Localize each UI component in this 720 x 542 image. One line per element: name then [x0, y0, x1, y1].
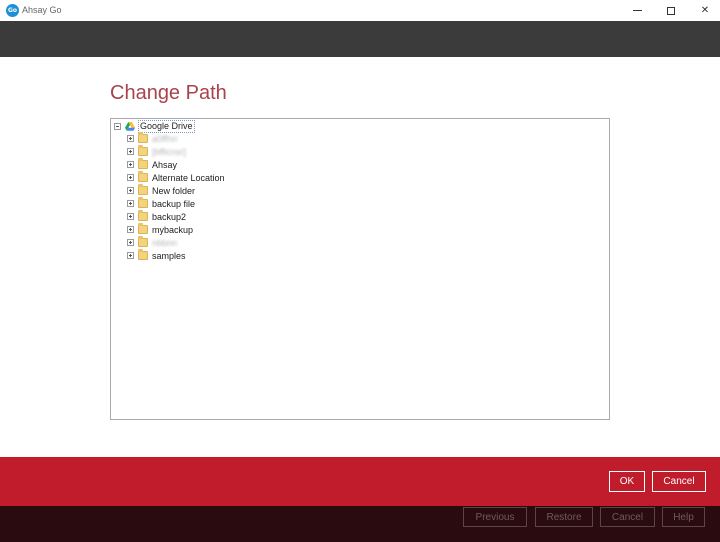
folder-tree[interactable]: Google Drive a0ffhrr [bfficnsr] Ahsay Al…: [110, 118, 610, 420]
expand-icon[interactable]: [127, 161, 134, 168]
tree-item[interactable]: nbbnn: [127, 236, 177, 249]
folder-icon: [138, 184, 148, 195]
folder-icon: [138, 158, 148, 169]
tree-item[interactable]: samples: [127, 249, 186, 262]
tree-item[interactable]: backup2: [127, 210, 186, 223]
close-icon: ✕: [700, 5, 710, 16]
expand-icon[interactable]: [127, 239, 134, 246]
folder-icon: [138, 210, 148, 221]
tree-item-label: a0ffhrr: [152, 133, 178, 144]
help-button[interactable]: Help: [662, 507, 705, 527]
tree-item[interactable]: mybackup: [127, 223, 193, 236]
maximize-icon: [667, 6, 675, 15]
tree-item[interactable]: New folder: [127, 184, 195, 197]
tree-item-label: samples: [152, 250, 186, 261]
expand-icon[interactable]: [127, 252, 134, 259]
expand-icon[interactable]: [127, 174, 134, 181]
window-title: Ahsay Go: [22, 5, 62, 15]
folder-icon: [138, 236, 148, 247]
folder-icon: [138, 145, 148, 156]
folder-icon: [138, 171, 148, 182]
collapse-icon[interactable]: [114, 123, 121, 130]
expand-icon[interactable]: [127, 148, 134, 155]
expand-icon[interactable]: [127, 213, 134, 220]
wizard-cancel-button[interactable]: Cancel: [600, 507, 655, 527]
minimize-button[interactable]: [622, 0, 652, 21]
tree-item-label: Alternate Location: [152, 172, 225, 183]
expand-icon[interactable]: [127, 226, 134, 233]
window-titlebar: Go Ahsay Go ✕: [0, 0, 720, 21]
previous-button[interactable]: Previous: [463, 507, 527, 527]
tree-item-label: [bfficnsr]: [152, 146, 186, 157]
tree-item[interactable]: [bfficnsr]: [127, 145, 186, 158]
expand-icon[interactable]: [127, 200, 134, 207]
folder-icon: [138, 249, 148, 260]
tree-item-label: New folder: [152, 185, 196, 196]
header-bar: [0, 21, 720, 57]
tree-item-label: mybackup: [152, 224, 194, 235]
expand-icon[interactable]: [127, 135, 134, 142]
page-title: Change Path: [110, 82, 227, 104]
tree-item[interactable]: backup file: [127, 197, 195, 210]
tree-item[interactable]: Ahsay: [127, 158, 177, 171]
folder-icon: [138, 197, 148, 208]
tree-item-label: backup file: [152, 198, 196, 209]
tree-item[interactable]: Alternate Location: [127, 171, 225, 184]
tree-item-label: nbbnn: [152, 237, 178, 248]
folder-icon: [138, 223, 148, 234]
maximize-button[interactable]: [656, 0, 686, 21]
cancel-button[interactable]: Cancel: [652, 471, 706, 492]
tree-item-label: backup2: [152, 211, 187, 222]
folder-icon: [138, 132, 148, 143]
ok-button[interactable]: OK: [609, 471, 645, 492]
tree-item-label: Ahsay: [152, 159, 178, 170]
close-button[interactable]: ✕: [690, 0, 720, 21]
tree-item[interactable]: a0ffhrr: [127, 132, 178, 145]
google-drive-icon: [125, 122, 135, 131]
expand-icon[interactable]: [127, 187, 134, 194]
minimize-icon: [632, 10, 642, 11]
restore-button[interactable]: Restore: [535, 507, 593, 527]
app-logo-icon: Go: [6, 4, 19, 17]
